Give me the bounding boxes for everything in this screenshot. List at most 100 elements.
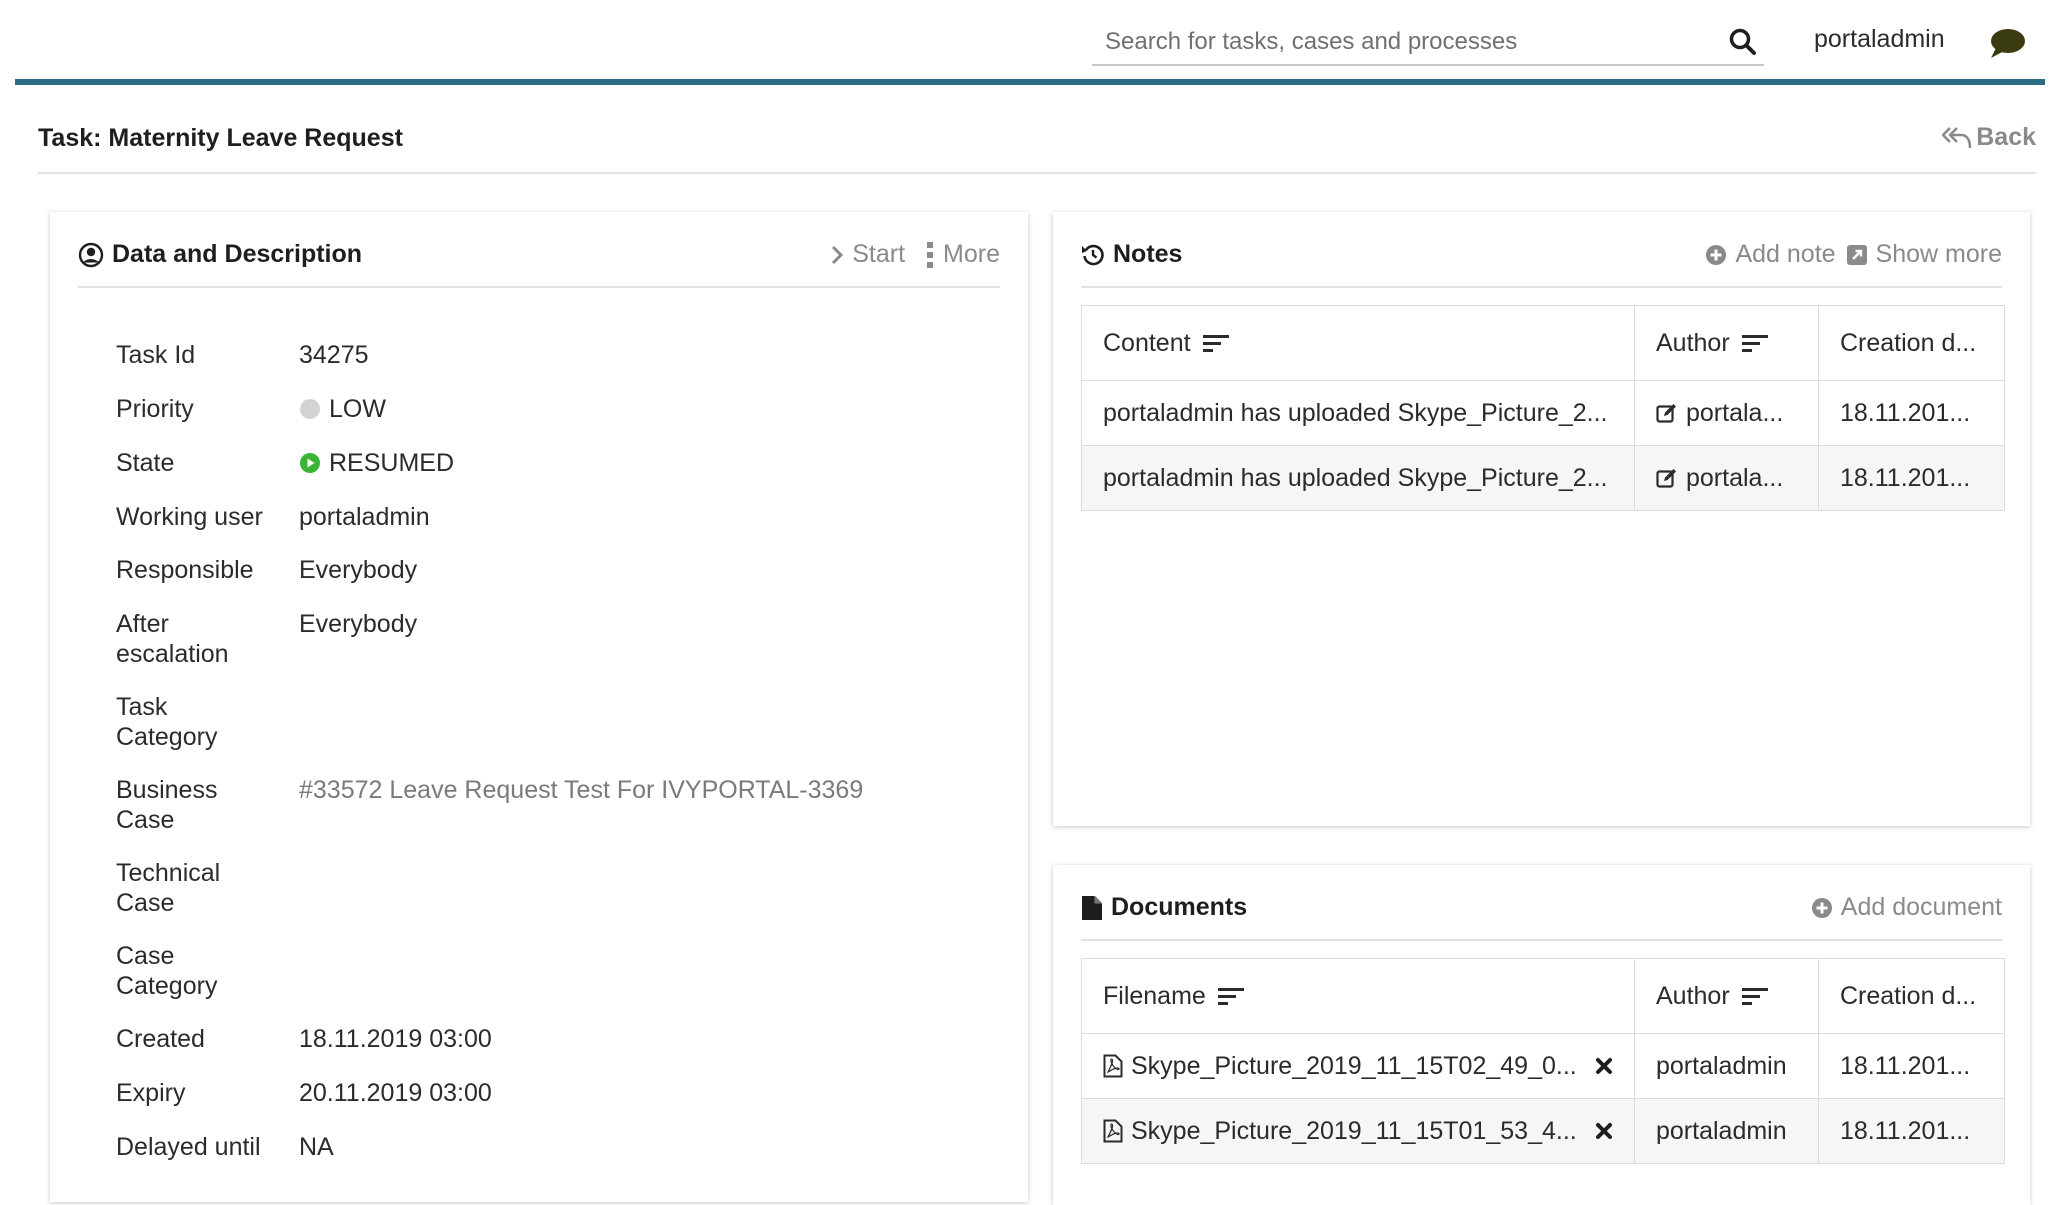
document-created: 18.11.201... <box>1840 1051 1971 1080</box>
column-author[interactable]: Author <box>1635 306 1819 380</box>
sort-icon <box>1202 335 1229 352</box>
field-label: Expiry <box>116 1079 186 1107</box>
history-icon <box>1082 244 1104 265</box>
table-header-row: Filename Author Creation d... <box>1082 959 2004 1034</box>
table-row[interactable]: portaladmin has uploaded Skype_Picture_2… <box>1082 381 2004 446</box>
field-label: Task Id <box>116 341 196 369</box>
documents-actions: Add document <box>1811 893 2002 922</box>
field-value: LOW <box>299 394 386 424</box>
field-label: After escalation <box>116 610 229 668</box>
back-button[interactable]: Back <box>1942 123 2036 152</box>
play-circle-icon <box>300 453 320 473</box>
documents-card-header: Documents Add document <box>1081 865 2002 941</box>
field-value: Everybody <box>299 610 418 638</box>
start-button[interactable]: Start <box>830 240 905 269</box>
edit-icon <box>1656 469 1676 488</box>
note-content: portaladmin has uploaded Skype_Picture_2… <box>1082 446 1635 510</box>
field-value: 34275 <box>299 341 369 369</box>
document-link[interactable]: Skype_Picture_2019_11_15T01_53_4... <box>1131 1117 1577 1146</box>
state-value: RESUMED <box>329 449 455 477</box>
header-divider <box>15 79 2045 85</box>
document-created: 18.11.201... <box>1840 1116 1971 1145</box>
add-document-button[interactable]: Add document <box>1811 893 2002 922</box>
documents-card-title: Documents <box>1081 893 1247 922</box>
more-label: More <box>943 240 1000 268</box>
sort-icon <box>1217 988 1244 1005</box>
top-bar: portaladmin <box>0 0 2059 86</box>
data-description-card: Data and Description Start More Task Id … <box>50 212 1028 1202</box>
external-link-icon <box>1846 244 1867 265</box>
column-creation-date[interactable]: Creation d... <box>1819 959 2004 1033</box>
delete-icon[interactable] <box>1595 1057 1613 1075</box>
field-label: State <box>116 449 175 477</box>
chevron-right-icon <box>832 245 844 264</box>
notes-table: Content Author Creation d... portaladmin… <box>1081 305 2005 511</box>
data-card-title-text: Data and Description <box>112 240 363 268</box>
chat-icon[interactable] <box>1988 26 2026 60</box>
search-icon[interactable] <box>1728 27 1758 57</box>
documents-table: Filename Author Creation d... Skype_Pict… <box>1081 958 2005 1164</box>
document-filename: Skype_Picture_2019_11_15T01_53_4... <box>1082 1099 1635 1163</box>
field-label: Priority <box>116 395 194 423</box>
back-label: Back <box>1976 123 2036 151</box>
page-title: Task: Maternity Leave Request <box>38 124 403 152</box>
field-value: NA <box>299 1133 334 1161</box>
documents-title-text: Documents <box>1111 893 1248 921</box>
priority-value: LOW <box>329 395 386 423</box>
add-note-button[interactable]: Add note <box>1705 240 1836 269</box>
field-value: Everybody <box>299 556 418 584</box>
document-author: portaladmin <box>1635 1034 1819 1098</box>
plus-circle-icon <box>1811 897 1832 918</box>
field-label: Task Category <box>116 693 218 751</box>
notes-card-title: Notes <box>1081 240 1182 269</box>
pdf-file-icon <box>1103 1119 1123 1143</box>
field-label: Technical Case <box>116 859 221 917</box>
show-more-button[interactable]: Show more <box>1846 240 2002 269</box>
note-created: 18.11.201... <box>1840 398 1971 427</box>
data-card-actions: Start More <box>830 240 1000 269</box>
search-box <box>1092 20 1764 66</box>
add-document-label: Add document <box>1840 893 2002 921</box>
notes-title-text: Notes <box>1113 240 1183 268</box>
add-note-label: Add note <box>1735 240 1836 268</box>
delete-icon[interactable] <box>1595 1122 1613 1140</box>
field-label: Case Category <box>116 942 218 1000</box>
sort-icon <box>1741 988 1768 1005</box>
priority-low-icon <box>300 399 320 419</box>
column-author[interactable]: Author <box>1635 959 1819 1033</box>
note-author: portala... <box>1635 381 1819 445</box>
file-icon <box>1082 895 1102 920</box>
document-link[interactable]: Skype_Picture_2019_11_15T02_49_0... <box>1131 1052 1577 1081</box>
edit-icon <box>1656 404 1676 423</box>
reply-all-icon <box>1942 126 1972 148</box>
user-circle-icon <box>78 242 104 267</box>
user-menu[interactable]: portaladmin <box>1814 25 1945 54</box>
document-author: portaladmin <box>1635 1099 1819 1163</box>
notes-card-header: Notes Add note Show more <box>1081 212 2002 288</box>
business-case-link[interactable]: #33572 Leave Request Test For IVYPORTAL-… <box>299 775 863 805</box>
sort-icon <box>1741 335 1768 352</box>
table-row: Skype_Picture_2019_11_15T02_49_0... port… <box>1082 1034 2004 1099</box>
more-button[interactable]: More <box>925 240 1000 269</box>
documents-card: Documents Add document Filename Author C… <box>1053 865 2030 1205</box>
plus-circle-icon <box>1706 244 1727 265</box>
field-value: 18.11.2019 03:00 <box>299 1025 492 1053</box>
note-content: portaladmin has uploaded Skype_Picture_2… <box>1082 381 1635 445</box>
notes-actions: Add note Show more <box>1705 240 2002 269</box>
field-value: portaladmin <box>299 503 430 531</box>
column-filename[interactable]: Filename <box>1082 959 1635 1033</box>
document-filename: Skype_Picture_2019_11_15T02_49_0... <box>1082 1034 1635 1098</box>
table-row[interactable]: portaladmin has uploaded Skype_Picture_2… <box>1082 446 2004 510</box>
column-content[interactable]: Content <box>1082 306 1635 380</box>
column-creation-date[interactable]: Creation d... <box>1819 306 2004 380</box>
table-row: Skype_Picture_2019_11_15T01_53_4... port… <box>1082 1099 2004 1163</box>
start-label: Start <box>852 240 906 268</box>
field-label: Delayed until <box>116 1133 261 1161</box>
field-label: Created <box>116 1025 205 1053</box>
field-label: Business Case <box>116 776 218 834</box>
note-created: 18.11.201... <box>1840 463 1971 492</box>
notes-card: Notes Add note Show more Content Author … <box>1053 212 2030 826</box>
pdf-file-icon <box>1103 1054 1123 1078</box>
search-input[interactable] <box>1103 24 1707 60</box>
more-vertical-icon <box>927 241 934 268</box>
